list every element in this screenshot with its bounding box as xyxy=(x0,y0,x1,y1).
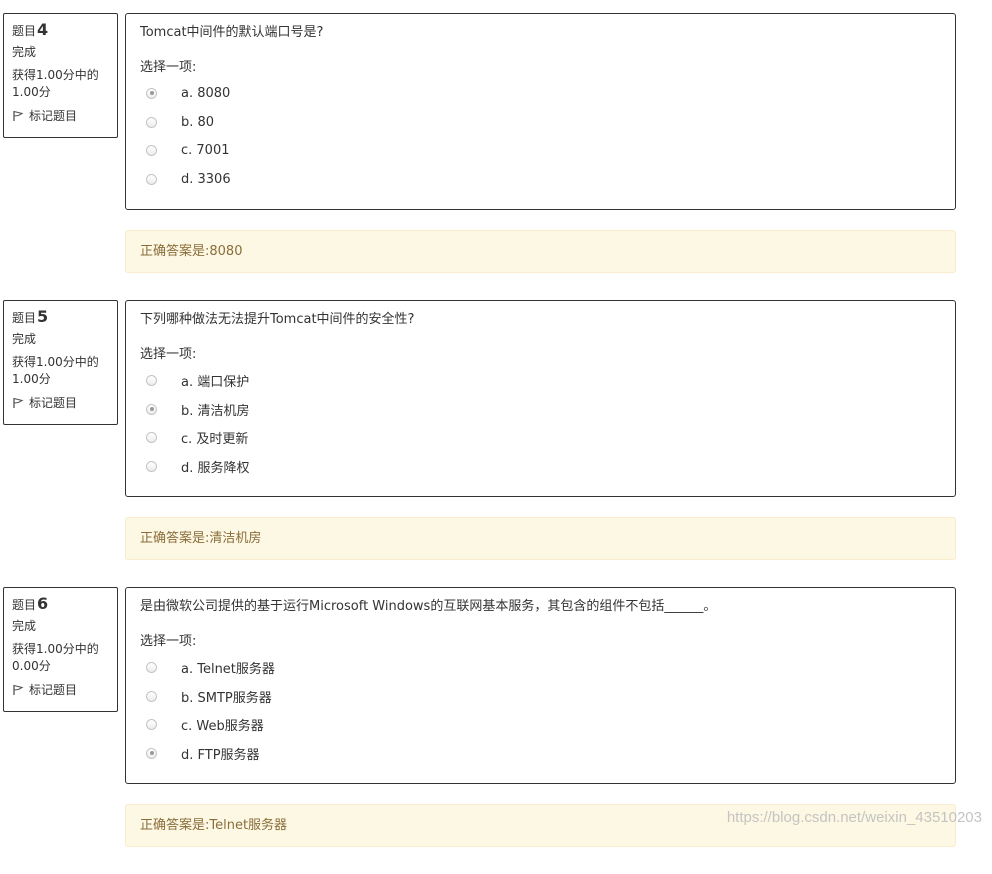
answer-label: a. Telnet服务器 xyxy=(181,661,275,677)
question-number-value: 5 xyxy=(37,307,49,326)
flag-icon xyxy=(13,684,24,695)
answer-option-d[interactable]: d. 服务降权 xyxy=(140,452,955,481)
correct-answer-feedback: 正确答案是:清洁机房 xyxy=(125,517,956,560)
answer-label: c. 及时更新 xyxy=(181,432,249,448)
question-info: 题目6 完成 获得1.00分中的0.00分 标记题目 xyxy=(3,587,118,712)
question-label: 题目 xyxy=(12,24,37,38)
question-text: 是由微软公司提供的基于运行Microsoft Windows的互联网基本服务，其… xyxy=(140,599,717,614)
answer-option-b[interactable]: b. 清洁机房 xyxy=(140,395,955,424)
question-5: 题目5 完成 获得1.00分中的1.00分 标记题目 下列哪种做法无法提升Tom… xyxy=(0,300,992,587)
flag-question-link[interactable]: 标记题目 xyxy=(12,682,117,698)
answer-prompt: 选择一项: xyxy=(140,347,197,362)
radio-button[interactable] xyxy=(146,145,157,157)
question-info: 题目4 完成 获得1.00分中的1.00分 标记题目 xyxy=(3,13,118,138)
question-number-value: 4 xyxy=(37,20,49,39)
answer-label: b. SMTP服务器 xyxy=(181,690,272,706)
answer-option-c[interactable]: c. 及时更新 xyxy=(140,423,955,452)
answer-option-d[interactable]: d. 3306 xyxy=(140,165,955,194)
question-number: 题目5 xyxy=(12,308,117,327)
radio-button[interactable] xyxy=(146,719,157,731)
answer-option-a[interactable]: a. 8080 xyxy=(140,79,955,108)
answer-option-b[interactable]: b. SMTP服务器 xyxy=(140,682,955,711)
answer-option-c[interactable]: c. Web服务器 xyxy=(140,710,955,739)
radio-button[interactable] xyxy=(146,374,157,386)
watermark: https://blog.csdn.net/weixin_43510203 xyxy=(726,809,982,826)
question-number: 题目6 xyxy=(12,595,117,614)
radio-button[interactable] xyxy=(146,690,157,702)
radio-button[interactable] xyxy=(146,116,157,128)
question-label: 题目 xyxy=(12,311,37,325)
radio-button[interactable] xyxy=(146,747,157,759)
answer-option-a[interactable]: a. Telnet服务器 xyxy=(140,653,955,682)
question-grade: 获得1.00分中的0.00分 xyxy=(12,642,99,673)
radio-button[interactable] xyxy=(146,173,157,185)
answer-list: a. 端口保护 b. 清洁机房 c. 及时更新 d. 服务降权 xyxy=(140,366,955,481)
answer-option-d[interactable]: d. FTP服务器 xyxy=(140,739,955,768)
flag-question-link[interactable]: 标记题目 xyxy=(12,108,117,124)
flag-icon xyxy=(13,397,24,408)
radio-button[interactable] xyxy=(146,403,157,415)
answer-label: d. FTP服务器 xyxy=(181,747,260,763)
answer-label: c. 7001 xyxy=(181,143,230,159)
question-text: 下列哪种做法无法提升Tomcat中间件的安全性? xyxy=(140,312,415,327)
question-info: 题目5 完成 获得1.00分中的1.00分 标记题目 xyxy=(3,300,118,425)
answer-label: b. 80 xyxy=(181,114,215,130)
answer-prompt: 选择一项: xyxy=(140,634,197,649)
answer-label: a. 8080 xyxy=(181,85,231,101)
flag-label: 标记题目 xyxy=(29,396,78,410)
question-label: 题目 xyxy=(12,598,37,612)
question-state: 完成 xyxy=(12,45,37,59)
flag-label: 标记题目 xyxy=(29,683,78,697)
question-content: Tomcat中间件的默认端口号是? 选择一项: a. 8080 b. 80 c.… xyxy=(125,13,956,210)
question-text: Tomcat中间件的默认端口号是? xyxy=(140,25,324,40)
radio-button[interactable] xyxy=(146,87,157,99)
answer-label: d. 3306 xyxy=(181,171,231,187)
answer-option-b[interactable]: b. 80 xyxy=(140,108,955,137)
question-grade: 获得1.00分中的1.00分 xyxy=(12,355,99,386)
radio-button[interactable] xyxy=(146,661,157,673)
answer-option-c[interactable]: c. 7001 xyxy=(140,136,955,165)
question-6: 题目6 完成 获得1.00分中的0.00分 标记题目 是由微软公司提供的基于运行… xyxy=(0,587,992,874)
question-content: 下列哪种做法无法提升Tomcat中间件的安全性? 选择一项: a. 端口保护 b… xyxy=(125,300,956,497)
answer-label: b. 清洁机房 xyxy=(181,403,250,419)
answer-label: a. 端口保护 xyxy=(181,374,250,390)
answer-list: a. Telnet服务器 b. SMTP服务器 c. Web服务器 d. FTP… xyxy=(140,653,955,768)
flag-label: 标记题目 xyxy=(29,109,78,123)
flag-icon xyxy=(13,110,24,121)
question-4: 题目4 完成 获得1.00分中的1.00分 标记题目 Tomcat中间件的默认端… xyxy=(0,13,992,300)
question-number: 题目4 xyxy=(12,21,117,40)
correct-answer-feedback: 正确答案是:8080 xyxy=(125,230,956,273)
question-content: 是由微软公司提供的基于运行Microsoft Windows的互联网基本服务，其… xyxy=(125,587,956,784)
answer-prompt: 选择一项: xyxy=(140,60,197,75)
answer-option-a[interactable]: a. 端口保护 xyxy=(140,366,955,395)
answer-label: c. Web服务器 xyxy=(181,719,264,735)
question-grade: 获得1.00分中的1.00分 xyxy=(12,68,99,99)
radio-button[interactable] xyxy=(146,432,157,444)
question-state: 完成 xyxy=(12,332,37,346)
question-number-value: 6 xyxy=(37,594,49,613)
answer-label: d. 服务降权 xyxy=(181,460,250,476)
question-state: 完成 xyxy=(12,619,37,633)
flag-question-link[interactable]: 标记题目 xyxy=(12,395,117,411)
radio-button[interactable] xyxy=(146,460,157,472)
answer-list: a. 8080 b. 80 c. 7001 d. 3306 xyxy=(140,79,955,194)
